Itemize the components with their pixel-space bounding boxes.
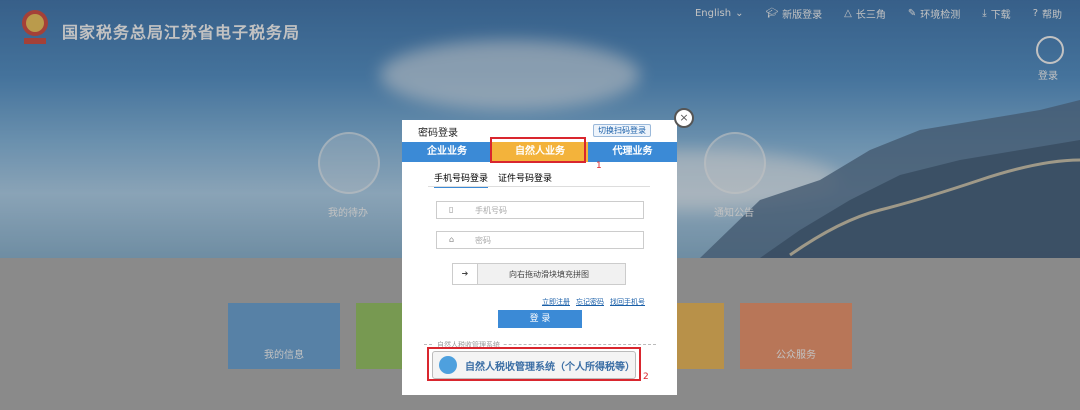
subtab-divider [428,186,650,187]
close-icon[interactable]: × [674,108,694,128]
modal-title: 密码登录 [418,128,458,139]
tab-agent[interactable]: 代理业务 [588,142,677,162]
phone-placeholder: 手机号码 [475,206,507,215]
password-input[interactable]: ⌂ 密码 [436,231,644,249]
marker-1: 1 [596,161,602,171]
arrow-right-icon[interactable]: ➔ [453,264,478,284]
highlight-box-1 [490,137,586,163]
marker-2: 2 [643,372,649,382]
captcha-slider[interactable]: ➔ 向右拖动滑块填充拼图 [452,263,626,285]
recover-phone-link[interactable]: 找回手机号 [610,297,645,307]
password-placeholder: 密码 [475,236,491,245]
phone-icon: ▯ [449,205,454,214]
login-button[interactable]: 登 录 [498,310,582,328]
switch-qr-login-button[interactable]: 切换扫码登录 [593,124,651,137]
auxiliary-links: 立即注册 忘记密码 找回手机号 [542,297,645,307]
lock-icon: ⌂ [449,235,455,244]
tab-enterprise[interactable]: 企业业务 [402,142,492,162]
forgot-password-link[interactable]: 忘记密码 [576,297,604,307]
phone-input[interactable]: ▯ 手机号码 [436,201,644,219]
tab-id-login[interactable]: 证件号码登录 [498,171,552,184]
slider-text: 向右拖动滑块填充拼图 [509,270,589,279]
highlight-box-2 [427,347,641,381]
register-link[interactable]: 立即注册 [542,297,570,307]
